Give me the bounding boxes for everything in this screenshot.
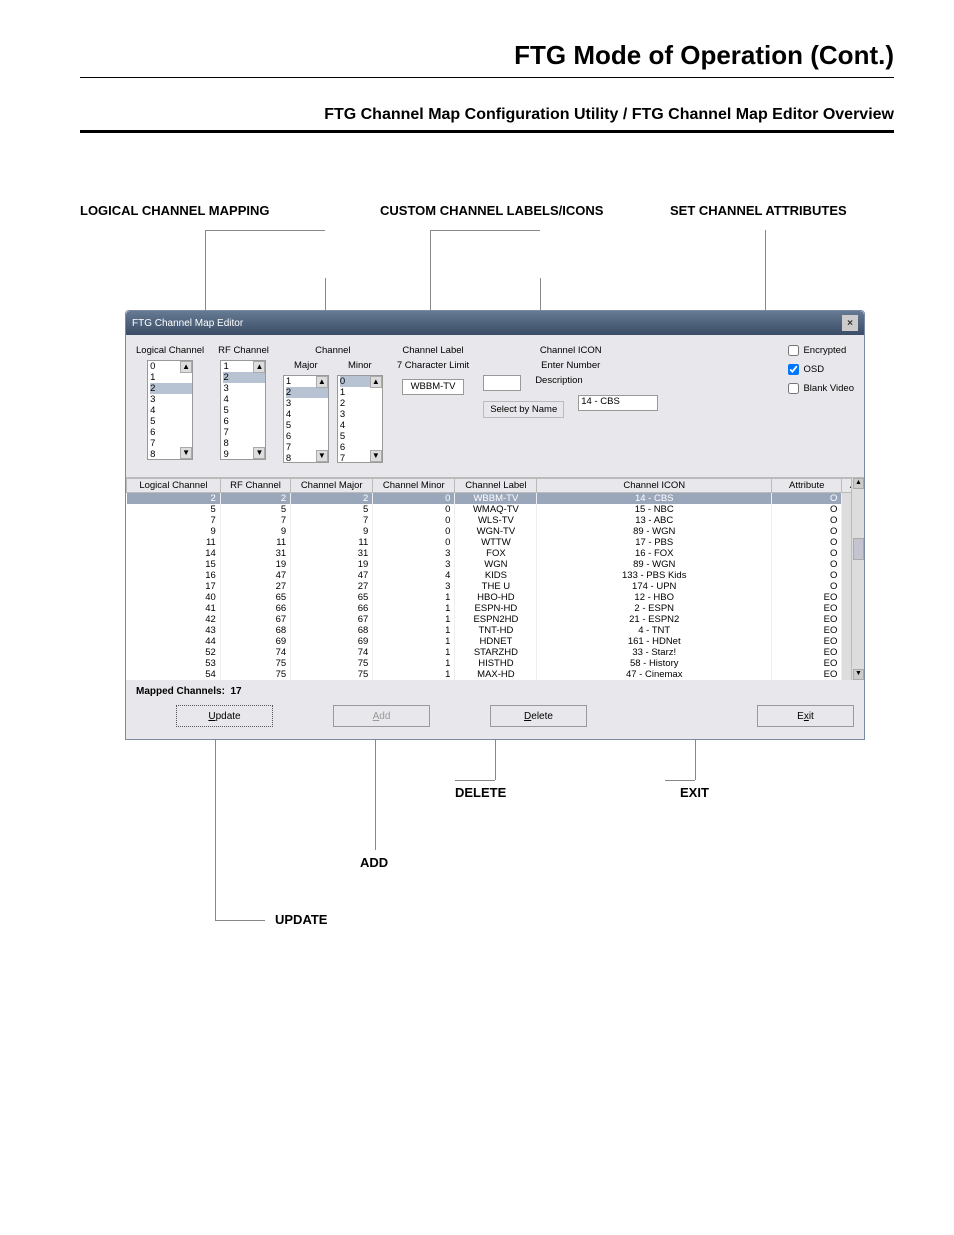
channel-label-group: Channel Label 7 Character Limit WBBM-TV (397, 345, 469, 463)
window-title: FTG Channel Map Editor (132, 318, 243, 329)
rf-channel-list[interactable]: ▲ 12345678910 ▼ (220, 360, 266, 460)
table-row[interactable]: 5550WMAQ-TV15 - NBCO (127, 504, 864, 515)
label: RF Channel (218, 345, 269, 356)
icon-number-input[interactable] (483, 375, 521, 391)
label: Channel (315, 345, 350, 356)
logical-channel-group: Logical Channel ▲ 0123456789 ▼ (136, 345, 204, 463)
label: Major (294, 360, 318, 371)
scroll-down-icon[interactable]: ▼ (316, 450, 328, 462)
callout-add: ADD (360, 855, 388, 870)
column-header[interactable]: Attribute (772, 479, 842, 493)
callout-update: UPDATE (275, 912, 327, 927)
table-row[interactable]: 9990WGN-TV89 - WGNO (127, 526, 864, 537)
label: Channel Label (402, 345, 463, 356)
scroll-down-icon[interactable]: ▼ (253, 447, 265, 459)
channel-table[interactable]: Logical ChannelRF ChannelChannel MajorCh… (126, 478, 864, 680)
scroll-up-icon[interactable]: ▲ (370, 376, 382, 388)
channel-icon-group: Channel ICON Enter Number Description Se… (483, 345, 658, 463)
table-row[interactable]: 5475751MAX-HD47 - CinemaxEO (127, 669, 864, 680)
titlebar[interactable]: FTG Channel Map Editor × (126, 311, 864, 335)
delete-button[interactable]: Delete (490, 705, 587, 727)
callout-lines: UPDATE ADD DELETE EXIT (125, 740, 894, 960)
column-header[interactable]: Channel Major (291, 479, 373, 493)
logical-channel-list[interactable]: ▲ 0123456789 ▼ (147, 360, 193, 460)
table-row[interactable]: 2220WBBM-TV14 - CBSO (127, 493, 864, 505)
scroll-up-icon[interactable]: ▲ (853, 478, 864, 489)
table-row[interactable]: 7770WLS-TV13 - ABCO (127, 515, 864, 526)
region-label-custom: CUSTOM CHANNEL LABELS/ICONS (380, 203, 670, 218)
table-row[interactable]: 1431313FOX16 - FOXO (127, 548, 864, 559)
scroll-down-icon[interactable]: ▼ (180, 447, 192, 459)
table-row[interactable]: 1519193WGN89 - WGNO (127, 559, 864, 570)
callout-lines (125, 230, 894, 310)
label: Enter Number (541, 360, 600, 371)
major-list[interactable]: ▲ 123456789 ▼ (283, 375, 329, 463)
scroll-down-icon[interactable]: ▼ (370, 450, 382, 462)
label: Description (535, 375, 583, 386)
column-header[interactable]: Channel Minor (373, 479, 455, 493)
page-title: FTG Mode of Operation (Cont.) (80, 40, 894, 71)
scrollbar[interactable]: ▲ ▼ (851, 478, 864, 680)
region-label-logical: LOGICAL CHANNEL MAPPING (80, 203, 380, 218)
table-row[interactable]: 1647474KIDS133 - PBS KidsO (127, 570, 864, 581)
table-row[interactable]: 4267671ESPN2HD21 - ESPN2EO (127, 614, 864, 625)
add-button[interactable]: Add (333, 705, 430, 727)
table-row[interactable]: 4065651HBO-HD12 - HBOEO (127, 592, 864, 603)
label: Minor (348, 360, 372, 371)
close-icon[interactable]: × (842, 315, 858, 331)
scroll-up-icon[interactable]: ▲ (316, 376, 328, 388)
scroll-up-icon[interactable]: ▲ (253, 361, 265, 373)
column-header[interactable]: RF Channel (220, 479, 290, 493)
callout-exit: EXIT (680, 785, 709, 800)
exit-button[interactable]: Exit (757, 705, 854, 727)
table-row[interactable]: 4368681TNT-HD4 - TNTEO (127, 625, 864, 636)
blank-video-checkbox[interactable]: Blank Video (788, 383, 854, 394)
attributes-group: Encrypted OSD Blank Video (788, 345, 854, 463)
scroll-up-icon[interactable]: ▲ (180, 361, 192, 373)
column-header[interactable]: Channel Label (455, 479, 537, 493)
minor-list[interactable]: ▲ 012345678 ▼ (337, 375, 383, 463)
channel-group: Channel Major ▲ 123456789 ▼ Minor ▲ (283, 345, 383, 463)
rf-channel-group: RF Channel ▲ 12345678910 ▼ (218, 345, 269, 463)
table-row[interactable]: 5274741STARZHD33 - Starz!EO (127, 647, 864, 658)
table-row[interactable]: 1111110WTTW17 - PBSO (127, 537, 864, 548)
label: Logical Channel (136, 345, 204, 356)
column-header[interactable]: Logical Channel (127, 479, 221, 493)
divider (80, 77, 894, 78)
table-row[interactable]: 1727273THE U174 - UPNO (127, 581, 864, 592)
table-row[interactable]: 5375751HISTHD58 - HistoryEO (127, 658, 864, 669)
editor-window: FTG Channel Map Editor × Logical Channel… (125, 310, 865, 740)
page-subtitle: FTG Channel Map Configuration Utility / … (80, 106, 894, 124)
scroll-thumb[interactable] (853, 538, 864, 560)
label: Channel ICON (540, 345, 602, 356)
scroll-down-icon[interactable]: ▼ (853, 669, 864, 680)
callout-delete: DELETE (455, 785, 506, 800)
table-row[interactable]: 4166661ESPN-HD2 - ESPNEO (127, 603, 864, 614)
column-header[interactable]: Channel ICON (537, 479, 772, 493)
channel-label-input[interactable]: WBBM-TV (402, 379, 464, 395)
encrypted-checkbox[interactable]: Encrypted (788, 345, 846, 356)
divider (80, 130, 894, 133)
region-label-attrs: SET CHANNEL ATTRIBUTES (670, 203, 847, 218)
osd-checkbox[interactable]: OSD (788, 364, 824, 375)
table-row[interactable]: 4469691HDNET161 - HDNetEO (127, 636, 864, 647)
mapped-count-label: Mapped Channels: 17 (136, 686, 854, 697)
icon-select-input[interactable]: 14 - CBS (578, 395, 658, 411)
label: 7 Character Limit (397, 360, 469, 371)
update-button[interactable]: Update (176, 705, 273, 727)
select-by-name-button[interactable]: Select by Name (483, 401, 564, 418)
